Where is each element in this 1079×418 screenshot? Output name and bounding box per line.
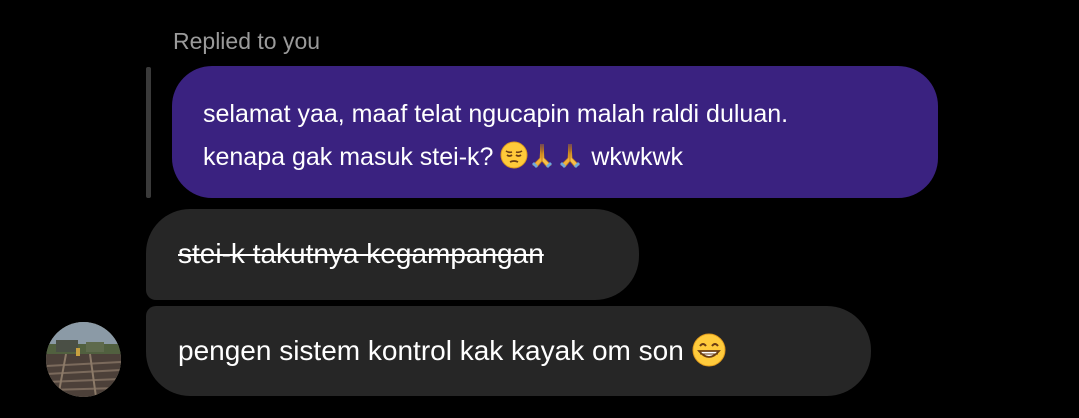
folded-hands-icon <box>560 144 581 169</box>
message-text: stei-k takutnya kegampangan <box>178 238 544 269</box>
quoted-line-2-tail: wkwkwk <box>591 143 684 171</box>
avatar[interactable] <box>46 322 121 397</box>
message-bubble[interactable]: pengen sistem kontrol kak kayak om son <box>146 306 871 396</box>
grinning-face-icon <box>692 333 726 367</box>
reply-indicator-bar <box>146 67 151 198</box>
folded-hands-icon <box>532 144 553 169</box>
message-text: pengen sistem kontrol kak kayak om son <box>178 335 684 366</box>
quoted-line-1: selamat yaa, maaf telat ngucapin malah r… <box>203 100 789 128</box>
quoted-line-2-text: kenapa gak masuk stei-k? <box>203 143 494 171</box>
reply-label: Replied to you <box>173 28 321 54</box>
quoted-line-2: kenapa gak masuk stei-k? wkwkwk <box>203 136 908 179</box>
message-bubble-strikethrough[interactable]: stei-k takutnya kegampangan <box>146 209 639 300</box>
avatar-photo <box>46 322 121 397</box>
pensive-face-icon <box>500 141 528 169</box>
quoted-message-bubble[interactable]: selamat yaa, maaf telat ngucapin malah r… <box>172 66 938 198</box>
